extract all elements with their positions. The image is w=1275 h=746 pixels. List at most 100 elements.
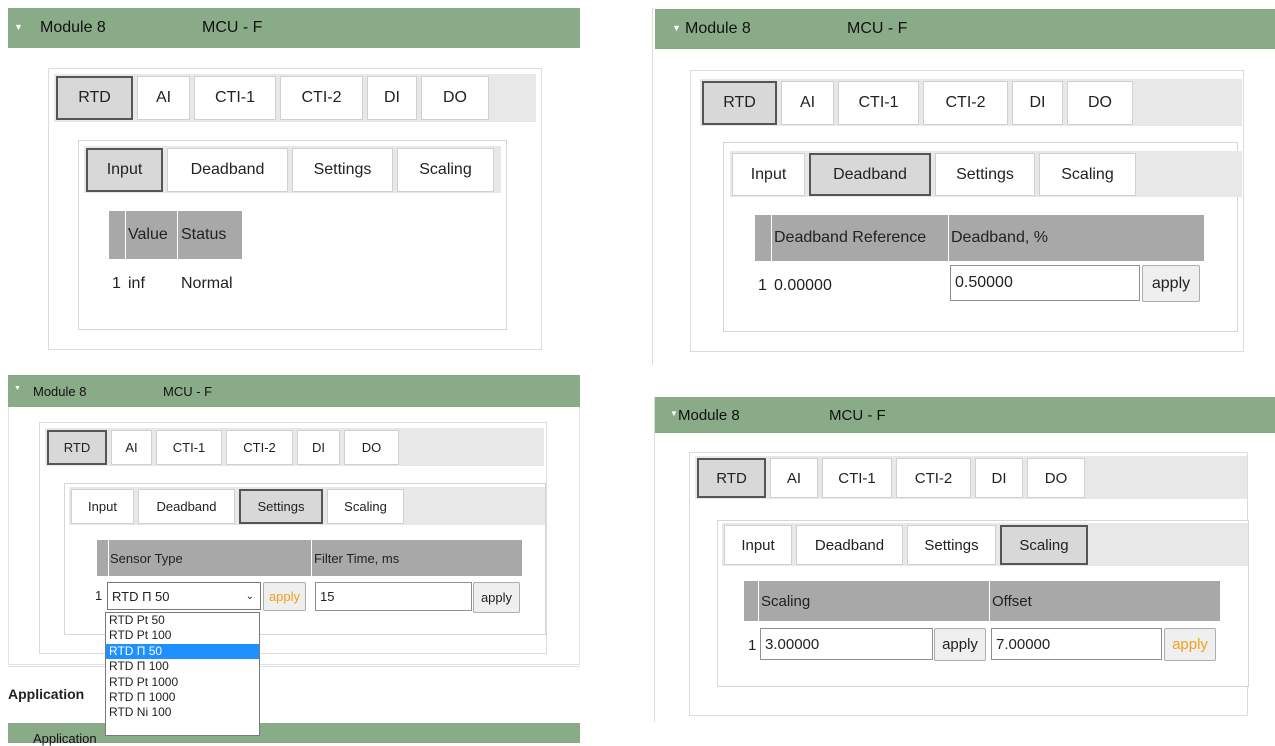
application-heading: Application	[8, 686, 85, 702]
tab-settings[interactable]: Settings	[239, 489, 323, 524]
module-type: MCU - F	[163, 384, 213, 399]
dropdown-option-selected[interactable]: RTD П 50	[106, 643, 259, 660]
tab-cti-1[interactable]: CTI-1	[194, 76, 276, 120]
tab-ai[interactable]: AI	[111, 430, 152, 465]
collapse-arrow-icon[interactable]: ▼	[670, 409, 678, 418]
tab-di[interactable]: DI	[975, 458, 1023, 498]
main-tab-strip: RTD AI CTI-1 CTI-2 DI DO	[54, 74, 536, 122]
dropdown-option[interactable]: RTD Ni 100	[106, 705, 259, 720]
tab-input[interactable]: Input	[732, 153, 805, 196]
tab-ai[interactable]: AI	[781, 81, 834, 125]
scaling-apply-button[interactable]: apply	[934, 628, 986, 661]
module-panel-scaling: ▼ Module 8 MCU - F RTD AI CTI-1 CTI-2 DI…	[652, 395, 1275, 736]
sensor-type-apply-button[interactable]: apply	[263, 582, 306, 611]
filter-time-input[interactable]: 15	[315, 582, 472, 611]
tab-di[interactable]: DI	[367, 76, 417, 120]
tab-rtd[interactable]: RTD	[702, 81, 777, 125]
column-header-status: Status	[181, 226, 227, 243]
table-header: Deadband Reference Deadband, %	[755, 215, 1204, 261]
tab-scaling[interactable]: Scaling	[1039, 153, 1136, 196]
tab-rtd[interactable]: RTD	[47, 430, 107, 465]
tab-rtd[interactable]: RTD	[56, 76, 133, 120]
collapse-arrow-icon[interactable]: ▼	[672, 23, 681, 33]
apply-button[interactable]: apply	[1142, 265, 1200, 302]
column-header-deadband-percent: Deadband, %	[951, 229, 1048, 246]
tab-cti-1[interactable]: CTI-1	[156, 430, 222, 465]
row-value: inf	[128, 275, 145, 292]
tab-scaling[interactable]: Scaling	[327, 489, 404, 524]
column-header-deadband-reference: Deadband Reference	[774, 229, 927, 246]
module-body: RTD AI CTI-1 CTI-2 DI DO Input Deadband …	[690, 70, 1244, 352]
chevron-down-icon: ⌄	[245, 590, 254, 602]
sensor-type-select[interactable]: RTD П 50 ⌄	[107, 582, 261, 610]
table-header: Sensor Type Filter Time, ms	[97, 540, 522, 576]
tab-di[interactable]: DI	[297, 430, 340, 465]
row-index: 1	[748, 637, 757, 654]
column-header-offset: Offset	[992, 592, 1032, 610]
tab-input[interactable]: Input	[71, 489, 134, 524]
row-index: 1	[95, 588, 103, 603]
filter-time-apply-button[interactable]: apply	[473, 582, 520, 613]
collapse-arrow-icon[interactable]: ▼	[14, 385, 21, 392]
tab-cti-1[interactable]: CTI-1	[838, 81, 919, 125]
dropdown-option[interactable]: RTD Pt 50	[106, 613, 259, 628]
module-header[interactable]: ▼ Module 8 MCU - F	[8, 8, 580, 48]
collapse-arrow-icon[interactable]: ▼	[14, 22, 23, 32]
row-status: Normal	[181, 275, 233, 292]
module-panel-deadband: ▼ Module 8 MCU - F RTD AI CTI-1 CTI-2 DI…	[652, 0, 1275, 370]
sub-tab-strip: Input Deadband Settings Scaling	[84, 146, 501, 193]
sub-tab-body: Input Deadband Settings Scaling Value St…	[78, 140, 507, 330]
dropdown-option[interactable]: RTD П 100	[106, 659, 259, 674]
tab-input[interactable]: Input	[86, 148, 163, 192]
tab-cti-2[interactable]: CTI-2	[226, 430, 293, 465]
tab-settings[interactable]: Settings	[292, 148, 393, 192]
table-header: Value Status	[109, 211, 242, 259]
tab-do[interactable]: DO	[421, 76, 489, 120]
application-bar-label: Application	[33, 731, 97, 746]
tab-do[interactable]: DO	[1067, 81, 1133, 125]
sub-tab-strip: Input Deadband Settings Scaling	[69, 487, 545, 525]
tab-deadband[interactable]: Deadband	[809, 153, 931, 196]
tab-cti-2[interactable]: CTI-2	[280, 76, 363, 120]
tab-cti-2[interactable]: CTI-2	[896, 458, 971, 498]
tab-settings[interactable]: Settings	[935, 153, 1035, 196]
dropdown-option[interactable]: RTD П 1000	[106, 690, 259, 705]
tab-scaling[interactable]: Scaling	[397, 148, 494, 192]
tab-do[interactable]: DO	[1027, 458, 1085, 498]
tab-input[interactable]: Input	[724, 525, 792, 565]
tab-settings[interactable]: Settings	[907, 525, 996, 565]
application-header-bar[interactable]: Application	[8, 723, 580, 746]
tab-ai[interactable]: AI	[770, 458, 818, 498]
tab-do[interactable]: DO	[344, 430, 399, 465]
module-name: Module 8	[685, 20, 751, 37]
dropdown-option[interactable]: RTD Pt 1000	[106, 675, 259, 690]
module-panel-settings: ▼ Module 8 MCU - F RTD AI CTI-1 CTI-2 DI…	[0, 370, 580, 746]
sub-tab-body: Input Deadband Settings Scaling Deadband…	[723, 142, 1242, 332]
tab-di[interactable]: DI	[1012, 81, 1063, 125]
tab-deadband[interactable]: Deadband	[796, 525, 903, 565]
tab-cti-1[interactable]: CTI-1	[822, 458, 892, 498]
tab-cti-2[interactable]: CTI-2	[923, 81, 1008, 125]
sensor-type-dropdown[interactable]: RTD Pt 50 RTD Pt 100 RTD П 50 RTD П 100 …	[105, 612, 260, 736]
offset-input[interactable]: 7.00000	[991, 628, 1162, 660]
module-header[interactable]: ▼ Module 8 MCU - F	[655, 9, 1275, 49]
column-header-scaling: Scaling	[761, 592, 811, 610]
deadband-input[interactable]: 0.50000	[950, 265, 1140, 301]
tab-scaling[interactable]: Scaling	[1000, 525, 1088, 565]
sub-tab-body: Input Deadband Settings Scaling Scaling …	[717, 520, 1249, 687]
module-type: MCU - F	[202, 19, 263, 36]
main-tab-strip: RTD AI CTI-1 CTI-2 DI DO	[695, 456, 1247, 499]
scaling-input[interactable]: 3.00000	[760, 628, 933, 660]
offset-apply-button[interactable]: apply	[1164, 628, 1216, 661]
tab-rtd[interactable]: RTD	[697, 458, 766, 498]
sub-tab-strip: Input Deadband Settings Scaling	[730, 151, 1242, 197]
dropdown-option[interactable]: RTD Pt 100	[106, 628, 259, 643]
module-header[interactable]: ▼ Module 8 MCU - F	[655, 397, 1275, 433]
tab-deadband[interactable]: Deadband	[138, 489, 235, 524]
module-name: Module 8	[33, 384, 87, 399]
tab-deadband[interactable]: Deadband	[167, 148, 288, 192]
tab-ai[interactable]: AI	[137, 76, 190, 120]
module-type: MCU - F	[829, 407, 886, 424]
column-header-filter-time: Filter Time, ms	[314, 550, 400, 566]
module-header[interactable]: ▼ Module 8 MCU - F	[8, 375, 580, 407]
